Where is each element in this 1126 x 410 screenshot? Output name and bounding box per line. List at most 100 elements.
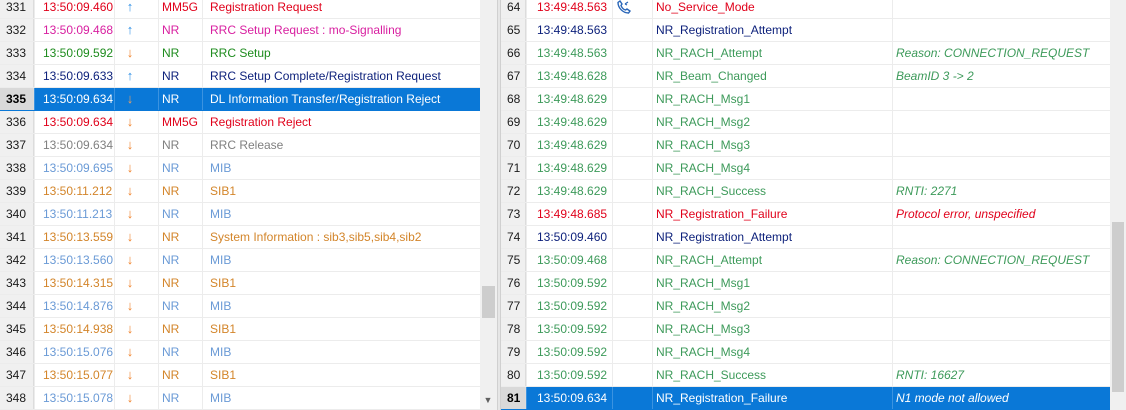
column-divider [114,295,115,317]
message-list-pane[interactable]: 331 13:50:09.460 ↑ MM5G Registration Request… [0,0,497,410]
event-row[interactable]: 72 13:49:48.629 NR_RACH_Success RNTI: 2271 [501,180,1110,203]
message-row[interactable]: 336 13:50:09.634 ↓ MM5G Registration Reject [0,111,480,134]
arrow-down-icon: ↓ [126,344,134,359]
event-row[interactable]: 65 13:49:48.563 NR_Registration_Attempt [501,19,1110,42]
timestamp: 13:50:14.938 [43,322,114,336]
column-divider [892,65,893,87]
column-divider [612,19,613,41]
timestamp: 13:50:11.213 [43,207,113,221]
timestamp: 13:50:09.592 [537,299,608,313]
column-divider [114,387,115,409]
event-name: NR_RACH_Msg2 [656,299,751,313]
message-row[interactable]: 347 13:50:15.077 ↓ NR SIB1 [0,364,480,387]
arrow-down-icon: ↓ [126,298,134,313]
message-row[interactable]: 338 13:50:09.695 ↓ NR MIB [0,157,480,180]
event-name: NR_RACH_Success [656,184,767,198]
message-row[interactable]: 332 13:50:09.468 ↑ NR RRC Setup Request : mo… [0,19,480,42]
event-row[interactable]: 74 13:50:09.460 NR_Registration_Attempt [501,226,1110,249]
column-divider [114,111,115,133]
message-row[interactable]: 345 13:50:14.938 ↓ NR SIB1 [0,318,480,341]
column-divider [612,272,613,294]
timestamp: 13:50:09.634 [43,115,114,129]
message-row[interactable]: 333 13:50:09.592 ↓ NR RRC Setup [0,42,480,65]
event-info [892,88,1110,110]
column-divider [652,249,653,271]
event-row[interactable]: 70 13:49:48.629 NR_RACH_Msg3 [501,134,1110,157]
event-name: NR_Registration_Failure [656,207,788,221]
row-index: 348 [0,387,34,409]
event-row[interactable]: 69 13:49:48.629 NR_RACH_Msg2 [501,111,1110,134]
column-divider [526,364,527,386]
column-divider [158,65,159,87]
event-row[interactable]: 81 13:50:09.634 NR_Registration_Failure N1 … [501,387,1110,410]
arrow-down-icon: ↓ [126,367,134,382]
column-divider [158,387,159,409]
timestamp: 13:50:09.468 [43,23,114,37]
row-index: 65 [501,19,526,41]
row-index: 70 [501,134,526,156]
event-name: NR_RACH_Msg1 [656,276,751,290]
direction-cell: ↓ [114,341,158,363]
row-index: 334 [0,65,34,87]
timestamp: 13:49:48.629 [537,92,608,106]
message-row[interactable]: 331 13:50:09.460 ↑ MM5G Registration Request [0,0,480,19]
icon-cell [612,65,652,87]
row-index: 339 [0,180,34,202]
message-row[interactable]: 348 13:50:15.078 ↓ NR MIB [0,387,480,410]
message-row[interactable]: 335 13:50:09.634 ↓ NR DL Information Transfe… [0,88,480,111]
row-index: 342 [0,249,34,271]
row-index: 64 [501,0,526,18]
event-row[interactable]: 76 13:50:09.592 NR_RACH_Msg1 [501,272,1110,295]
event-name: NR_Registration_Attempt [656,23,793,37]
direction-cell: ↓ [114,157,158,179]
event-row[interactable]: 77 13:50:09.592 NR_RACH_Msg2 [501,295,1110,318]
column-divider [652,0,653,18]
event-name: NR_Registration_Failure [656,391,788,405]
message-row[interactable]: 337 13:50:09.634 ↓ NR RRC Release [0,134,480,157]
column-divider [202,318,203,340]
event-row[interactable]: 71 13:49:48.629 NR_RACH_Msg4 [501,157,1110,180]
column-divider [892,180,893,202]
column-divider [202,0,203,18]
column-divider [202,203,203,225]
column-divider [526,387,527,409]
column-divider [158,180,159,202]
event-row[interactable]: 80 13:50:09.592 NR_RACH_Success RNTI: 16627 [501,364,1110,387]
event-row[interactable]: 66 13:49:48.563 NR_RACH_Attempt Reason: CON… [501,42,1110,65]
message-row[interactable]: 343 13:50:14.315 ↓ NR SIB1 [0,272,480,295]
message-row[interactable]: 341 13:50:13.559 ↓ NR System Information : s… [0,226,480,249]
message-row[interactable]: 346 13:50:15.076 ↓ NR MIB [0,341,480,364]
icon-cell [612,157,652,179]
icon-cell [612,249,652,271]
event-row[interactable]: 68 13:49:48.629 NR_RACH_Msg1 [501,88,1110,111]
right-scrollbar-thumb[interactable] [1112,222,1124,392]
column-divider [526,88,527,110]
event-list-pane[interactable]: 64 13:49:48.563 No_Service_Mode 65 13:49:48.… [501,0,1126,410]
right-scrollbar[interactable] [1110,0,1126,410]
column-divider [202,88,203,110]
message-row[interactable]: 340 13:50:11.213 ↓ NR MIB [0,203,480,226]
left-scrollbar[interactable]: ▼ [480,0,497,410]
row-index: 346 [0,341,34,363]
message-row[interactable]: 344 13:50:14.876 ↓ NR MIB [0,295,480,318]
column-divider [158,111,159,133]
event-row[interactable]: 73 13:49:48.685 NR_Registration_Failure Pro… [501,203,1110,226]
column-divider [114,180,115,202]
event-row[interactable]: 79 13:50:09.592 NR_RACH_Msg4 [501,341,1110,364]
direction-cell: ↓ [114,387,158,409]
message-row[interactable]: 334 13:50:09.633 ↑ NR RRC Setup Complete/Reg… [0,65,480,88]
icon-cell [612,226,652,248]
column-divider [202,226,203,248]
icon-cell [612,203,652,225]
event-row[interactable]: 78 13:50:09.592 NR_RACH_Msg3 [501,318,1110,341]
event-row[interactable]: 64 13:49:48.563 No_Service_Mode [501,0,1110,19]
scroll-down-icon[interactable]: ▼ [480,392,496,408]
event-row[interactable]: 67 13:49:48.628 NR_Beam_Changed BeamID 3 ->… [501,65,1110,88]
row-index: 71 [501,157,526,179]
left-scrollbar-thumb[interactable] [482,286,495,318]
event-row[interactable]: 75 13:50:09.468 NR_RACH_Attempt Reason: CON… [501,249,1110,272]
message-row[interactable]: 342 13:50:13.560 ↓ NR MIB [0,249,480,272]
protocol: NR [162,230,180,244]
message-row[interactable]: 339 13:50:11.212 ↓ NR SIB1 [0,180,480,203]
column-divider [114,272,115,294]
